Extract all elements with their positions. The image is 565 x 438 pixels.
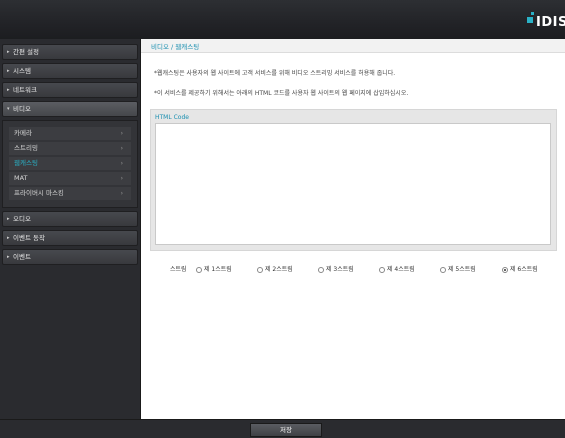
description-line-2: *이 서비스를 제공하기 위해서는 아래의 HTML 코드를 사용자 웹 사이트… (154, 90, 409, 97)
logo-mark-small (531, 12, 534, 15)
radio-circle-icon (318, 267, 324, 273)
stream-option-label: 제 5스트림 (448, 266, 476, 273)
footer-bar: 저장 (0, 419, 565, 438)
sidebar-item-label: 비디오 (13, 105, 31, 113)
sidebar-item-label: 간편 설정 (13, 48, 39, 56)
stream-option-label: 제 2스트림 (265, 266, 293, 273)
sidebar-item-audio[interactable]: ▸ 오디오 (2, 211, 138, 227)
submenu-item-mat[interactable]: MAT › (9, 172, 131, 185)
chevron-right-icon: › (120, 190, 123, 197)
submenu-item-camera[interactable]: 카메라 › (9, 127, 131, 140)
stream-radio-4[interactable]: 제 4스트림 (379, 264, 415, 273)
stream-radio-6[interactable]: 제 6스트림 (502, 264, 538, 273)
sidebar-item-event-action[interactable]: ▸ 이벤트 동작 (2, 230, 138, 246)
html-code-panel: HTML Code (150, 109, 557, 251)
sidebar-item-label: 시스템 (13, 67, 31, 75)
sidebar-item-video[interactable]: ▾ 비디오 (2, 101, 138, 117)
sidebar-item-quick-setup[interactable]: ▸ 간편 설정 (2, 44, 138, 60)
chevron-right-icon: › (120, 130, 123, 137)
sidebar-item-network[interactable]: ▸ 네트워크 (2, 82, 138, 98)
logo-text: IDIS (536, 15, 565, 30)
stream-radio-5[interactable]: 제 5스트림 (440, 264, 476, 273)
main-content: 비디오 / 웹캐스팅 *웹캐스팅은 사용자의 웹 사이트에 고객 서비스를 위해… (141, 39, 565, 419)
idis-logo: IDIS (521, 12, 565, 32)
chevron-right-icon: ▸ (7, 254, 10, 260)
sidebar-item-label: 이벤트 (13, 253, 31, 261)
submenu-item-privacy-masking[interactable]: 프라이버시 마스킹 › (9, 187, 131, 200)
submenu-item-webcasting[interactable]: 웹캐스팅 › (9, 157, 131, 170)
submenu-item-label: 웹캐스팅 (14, 159, 38, 167)
breadcrumb-text: 비디오 / 웹캐스팅 (151, 43, 200, 51)
stream-option-label: 제 6스트림 (510, 266, 538, 273)
radio-circle-icon (196, 267, 202, 273)
logo-mark-large (527, 17, 533, 23)
submenu-item-label: 스트리밍 (14, 144, 38, 152)
stream-radio-1[interactable]: 제 1스트림 (196, 264, 232, 273)
radio-circle-icon (379, 267, 385, 273)
stream-option-label: 제 3스트림 (326, 266, 354, 273)
stream-radio-2[interactable]: 제 2스트림 (257, 264, 293, 273)
sidebar-item-label: 이벤트 동작 (13, 234, 45, 242)
top-bar: IDIS (0, 0, 565, 39)
chevron-right-icon: ▸ (7, 68, 10, 74)
submenu-item-label: 카메라 (14, 129, 32, 137)
html-code-textarea[interactable] (155, 123, 551, 245)
video-submenu: 카메라 › 스트리밍 › 웹캐스팅 › MAT › 프라이버시 마스킹 › (2, 120, 138, 208)
submenu-item-label: 프라이버시 마스킹 (14, 189, 64, 197)
submenu-item-streaming[interactable]: 스트리밍 › (9, 142, 131, 155)
sidebar: ▸ 간편 설정 ▸ 시스템 ▸ 네트워크 ▾ 비디오 카메라 › 스트리밍 › … (0, 39, 141, 419)
sidebar-item-label: 네트워크 (13, 86, 37, 94)
radio-circle-icon (257, 267, 263, 273)
sidebar-item-event[interactable]: ▸ 이벤트 (2, 249, 138, 265)
chevron-right-icon: ▸ (7, 235, 10, 241)
chevron-right-icon: ▸ (7, 49, 10, 55)
stream-label: 스트림 (170, 266, 187, 273)
chevron-right-icon: ▸ (7, 216, 10, 222)
chevron-right-icon: › (120, 175, 123, 182)
chevron-right-icon: › (120, 145, 123, 152)
stream-option-label: 제 4스트림 (387, 266, 415, 273)
submenu-item-label: MAT (14, 174, 28, 182)
save-button[interactable]: 저장 (250, 423, 322, 437)
radio-selected-icon (502, 267, 508, 273)
sidebar-item-system[interactable]: ▸ 시스템 (2, 63, 138, 79)
sidebar-item-label: 오디오 (13, 215, 31, 223)
chevron-down-icon: ▾ (7, 106, 10, 112)
html-code-label: HTML Code (155, 114, 189, 121)
chevron-right-icon: › (120, 160, 123, 167)
stream-radio-3[interactable]: 제 3스트림 (318, 264, 354, 273)
stream-option-label: 제 1스트림 (204, 266, 232, 273)
chevron-right-icon: ▸ (7, 87, 10, 93)
radio-circle-icon (440, 267, 446, 273)
description-line-1: *웹캐스팅은 사용자의 웹 사이트에 고객 서비스를 위해 비디오 스트리밍 서… (154, 70, 396, 77)
breadcrumb: 비디오 / 웹캐스팅 (141, 39, 565, 53)
